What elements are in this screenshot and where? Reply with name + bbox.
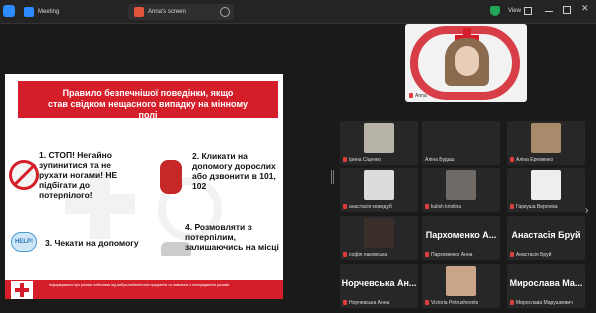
mic-muted-icon [343,252,347,258]
zoom-logo-icon [3,5,15,17]
participant-name-label: Victoria Petrushevets [431,300,479,306]
participant-video [364,123,394,153]
meeting-icon [24,7,34,17]
participant-display-name: Мирослава Ма... [509,278,583,288]
next-page-arrow-icon[interactable]: › [585,205,588,216]
participant-video [446,266,476,296]
slide-footer-text: Інформування про ризики небезпеки від ви… [49,283,230,287]
close-tab-icon[interactable] [220,7,230,17]
participant-tile[interactable]: Норчевська Ан... Норчевська Анна [340,264,418,308]
mic-muted-icon [343,300,347,306]
participant-name: Гаркуша Вероніка [510,204,558,210]
encryption-shield-icon[interactable] [490,6,500,16]
participant-display-name: Анастасія Бруй [511,230,581,240]
mic-muted-icon [425,300,429,306]
participant-tile[interactable]: Гаркуша Вероніка [507,168,585,212]
participant-name: Victoria Petrushevets [425,300,478,306]
participant-tile[interactable]: Ірина Сіценко [340,121,418,165]
participant-tile[interactable]: анастасія кожедуб [340,168,418,212]
participant-name: Ірина Сіценко [343,157,381,163]
participant-name-label: Аліна Будаш [425,157,455,163]
slide-footer: Інформування про ризики небезпеки від ви… [5,280,283,299]
rule-item-2: 2. Кликати на допомогу дорослих або дзво… [192,151,276,191]
participant-tile[interactable]: Мирослава Ма... Мирослава Марушкевич [507,264,585,308]
active-speaker-tile[interactable]: Anna [405,24,527,102]
speaker-face [455,46,479,76]
participant-name-label: kulish kristina [431,204,462,210]
mic-muted-icon [343,204,347,210]
participant-name: Мирослава Марушкевич [510,300,573,306]
participant-name-label: Мирослава Марушкевич [516,300,573,306]
slide-title-line2: став свідком нещасного випадку на мінном… [48,99,248,120]
tab-meeting-label: Meeting [38,9,60,15]
view-grid-icon[interactable] [524,7,532,15]
participant-name-label: анастасія кожедуб [349,204,392,210]
tab-meeting[interactable]: Meeting [24,4,59,20]
mic-muted-icon [510,300,514,306]
rule-item-4: 4. Розмовляти з потерпілим, залишаючись … [185,222,279,252]
share-screen-icon [134,7,144,17]
maximize-button[interactable] [563,6,571,14]
participant-tile[interactable]: Аліна Будаш [422,121,500,165]
tab-shared-screen[interactable]: Anna's screen [128,4,234,20]
red-cross-logo-icon [11,281,33,299]
mic-muted-icon [510,204,514,210]
participant-name-label: Анастасія Бруй [516,252,552,258]
panel-splitter-handle[interactable] [331,170,334,184]
speaker-name-label: Anna [415,93,427,99]
presentation-slide: Правило безпечнішої поведінки, якщо став… [5,74,283,299]
participant-tile[interactable]: Анастасія Бруй Анастасія Бруй [507,216,585,260]
participant-name: Аліна Еременко [510,157,553,163]
close-window-button[interactable]: ✕ [581,3,589,13]
participant-tile[interactable]: kulish kristina [422,168,500,212]
participant-tile[interactable]: Аліна Еременко [507,121,585,165]
mic-muted-icon [425,204,429,210]
participant-video [531,123,561,153]
mic-muted-icon [343,157,347,163]
participant-video [531,170,561,200]
participant-video [364,218,394,248]
mic-muted-icon [510,252,514,258]
participant-tile[interactable]: Victoria Petrushevets [422,264,500,308]
participant-name: Анастасія Бруй [510,252,551,258]
participant-tile[interactable]: софія лаковська [340,216,418,260]
participant-name: Норчевська Анна [343,300,389,306]
help-bubble-icon: HELP! [11,232,37,252]
slide-title-line1: Правило безпечнішої поведінки, якщо [62,88,234,98]
zoom-window: Meeting Anna's screen View ✕ Правило без… [0,0,596,313]
rule-item-3: 3. Чекати на допомогу [45,238,139,248]
participant-name-label: Ірина Сіценко [349,157,381,163]
participant-video [364,170,394,200]
shared-screen-area: Правило безпечнішої поведінки, якщо став… [0,24,330,313]
participant-display-name: Пархоменко А... [425,230,497,240]
speaker-name: Anna [409,93,427,99]
stop-icon [9,160,39,190]
tab-shared-screen-label: Anna's screen [148,9,186,15]
mic-muted-icon [409,93,413,99]
participant-name: софія лаковська [343,252,387,258]
slide-title: Правило безпечнішої поведінки, якщо став… [18,81,278,120]
participant-name: kulish kristina [425,204,461,210]
participant-name: анастасія кожедуб [343,204,392,210]
minimize-button[interactable] [545,6,553,12]
participant-video [446,170,476,200]
participant-name-label: софія лаковська [349,252,388,258]
participant-name-label: Пархоменко Анна [431,252,473,258]
title-bar: Meeting Anna's screen View ✕ [0,0,596,24]
participant-name-label: Норчевська Анна [349,300,390,306]
rule-item-1: 1. СТОП! Негайно зупинитися та не рухати… [39,150,118,200]
participant-tile[interactable]: Пархоменко А... Пархоменко Анна [422,216,500,260]
participant-display-name: Норчевська Ан... [341,278,417,288]
participant-name-label: Гаркуша Вероніка [516,204,558,210]
mic-muted-icon [510,157,514,163]
phone-icon [160,160,182,194]
participant-name: Пархоменко Анна [425,252,472,258]
mic-muted-icon [425,252,429,258]
participant-name: Аліна Будаш [425,157,455,163]
participant-name-label: Аліна Еременко [516,157,554,163]
view-button[interactable]: View [508,8,521,14]
